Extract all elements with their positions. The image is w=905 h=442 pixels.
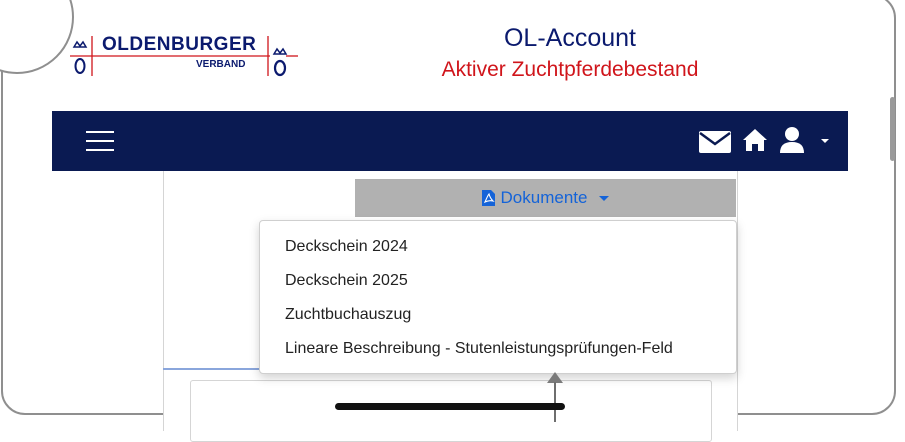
page-title: OL-Account [503, 24, 636, 52]
home-icon[interactable] [742, 128, 768, 152]
top-navbar [52, 111, 848, 171]
home-indicator[interactable] [335, 403, 565, 410]
envelope-icon[interactable] [699, 131, 731, 153]
caret-down-icon [599, 195, 610, 201]
hamburger-menu-icon[interactable] [86, 130, 114, 152]
user-icon[interactable] [779, 126, 805, 154]
page-subtitle: Aktiver Zuchtpferdebestand [441, 58, 699, 81]
pointer-line [554, 382, 556, 422]
dokumente-dropdown-button[interactable]: Dokumente [355, 179, 736, 217]
menu-item-deckschein-2024[interactable]: Deckschein 2024 [285, 238, 408, 256]
logo-subtitle: VERBAND [196, 59, 246, 70]
menu-item-lineare-beschreibung[interactable]: Lineare Beschreibung - Stutenleistungspr… [285, 340, 673, 358]
scrollbar[interactable] [890, 97, 895, 161]
pdf-file-icon [481, 190, 495, 206]
menu-item-zuchtbuchauszug[interactable]: Zuchtbuchauszug [285, 306, 411, 324]
dokumente-dropdown-menu: Deckschein 2024 Deckschein 2025 Zuchtbuc… [259, 220, 737, 374]
menu-item-deckschein-2025[interactable]: Deckschein 2025 [285, 272, 408, 290]
logo-name: OLDENBURGER [102, 34, 257, 55]
caret-down-icon[interactable] [820, 138, 830, 144]
divider [163, 368, 260, 370]
dokumente-button-label: Dokumente [500, 188, 588, 207]
content-card [190, 380, 712, 442]
oldenburger-logo: OLDENBURGER VERBAND [70, 32, 300, 82]
